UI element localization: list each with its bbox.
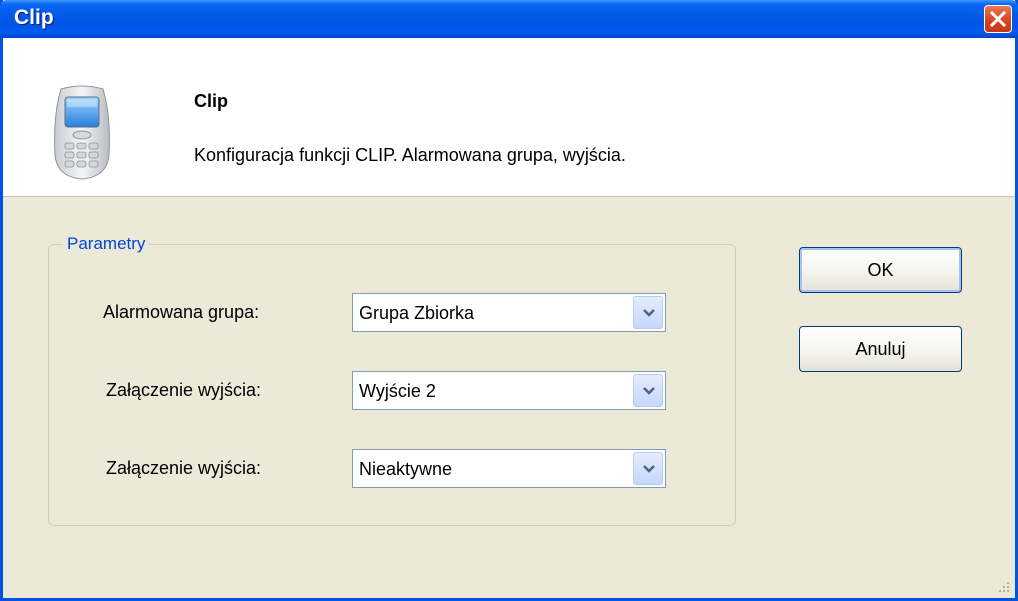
title-bar[interactable]: Clip [0,0,1018,38]
chevron-down-icon [643,465,655,473]
chevron-down-icon [643,309,655,317]
dialog-header: Clip Konfiguracja funkcji CLIP. Alarmowa… [3,38,1015,197]
alarm-group-select[interactable]: Grupa Zbiorka [352,293,666,332]
resize-grip-icon[interactable] [995,578,1011,594]
output-2-value: Nieaktywne [359,459,453,479]
header-title: Clip [194,91,228,111]
cancel-button[interactable]: Anuluj [799,326,962,372]
alarm-group-value: Grupa Zbiorka [359,303,475,323]
output-1-label: Załączenie wyjścia: [106,380,262,400]
close-button[interactable] [984,5,1012,33]
output-2-dropdown-button[interactable] [633,452,663,485]
parameters-legend: Parametry [63,234,150,254]
close-icon [989,10,1007,28]
output-2-label: Załączenie wyjścia: [106,458,262,478]
alarm-group-dropdown-button[interactable] [633,296,663,329]
alarm-group-label: Alarmowana grupa: [103,302,260,322]
output-1-dropdown-button[interactable] [633,374,663,407]
window-title: Clip [14,6,54,29]
output-1-value: Wyjście 2 [359,381,436,401]
clip-dialog: Clip Clip Konfiguracja funkcji CLIP. Ala… [0,0,1018,601]
output-1-select[interactable]: Wyjście 2 [352,371,666,410]
mobile-phone-icon [54,85,110,180]
header-description: Konfiguracja funkcji CLIP. Alarmowana gr… [194,145,626,165]
chevron-down-icon [643,387,655,395]
output-2-select[interactable]: Nieaktywne [352,449,666,488]
ok-button[interactable]: OK [799,247,962,293]
